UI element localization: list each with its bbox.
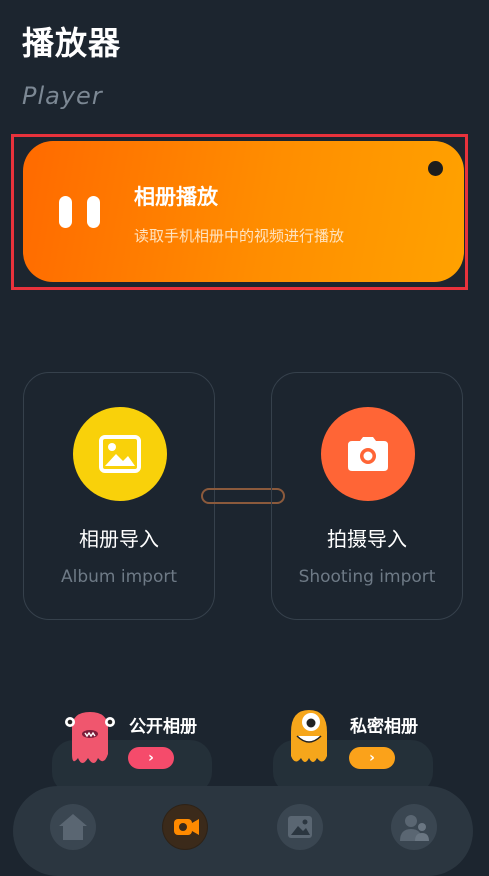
indicator-dot bbox=[428, 161, 443, 176]
user-icon[interactable] bbox=[391, 804, 437, 850]
public-album-label: 公开相册 bbox=[129, 717, 197, 737]
page-subtitle: Player bbox=[22, 82, 103, 110]
album-play-description: 读取手机相册中的视频进行播放 bbox=[134, 227, 345, 245]
pause-icon bbox=[59, 196, 105, 228]
album-import-label: 相册导入 bbox=[79, 527, 159, 551]
video-camera-icon[interactable] bbox=[162, 804, 208, 850]
album-import-english: Album import bbox=[60, 567, 177, 587]
album-import-button[interactable]: 相册导入 Album import bbox=[23, 372, 215, 620]
public-album-arrow-button[interactable]: › bbox=[128, 747, 174, 769]
shooting-import-button[interactable]: 拍摄导入 Shooting import bbox=[271, 372, 463, 620]
private-album-card[interactable]: 私密相册 › bbox=[273, 706, 433, 794]
public-album-card[interactable]: 公开相册 › bbox=[52, 706, 212, 794]
image-icon bbox=[73, 407, 167, 501]
pink-monster-icon bbox=[60, 706, 120, 774]
gallery-icon[interactable] bbox=[277, 804, 323, 850]
bottom-tab-bar bbox=[13, 786, 473, 876]
shooting-import-english: Shooting import bbox=[298, 567, 436, 587]
home-icon[interactable] bbox=[50, 804, 96, 850]
private-album-label: 私密相册 bbox=[350, 717, 418, 737]
album-play-title: 相册播放 bbox=[134, 185, 218, 209]
page-title: 播放器 bbox=[22, 24, 122, 62]
orange-monster-icon bbox=[281, 706, 337, 774]
camera-icon bbox=[321, 407, 415, 501]
shooting-import-label: 拍摄导入 bbox=[327, 527, 407, 551]
album-play-card[interactable]: 相册播放 读取手机相册中的视频进行播放 bbox=[23, 141, 464, 282]
private-album-arrow-button[interactable]: › bbox=[349, 747, 395, 769]
